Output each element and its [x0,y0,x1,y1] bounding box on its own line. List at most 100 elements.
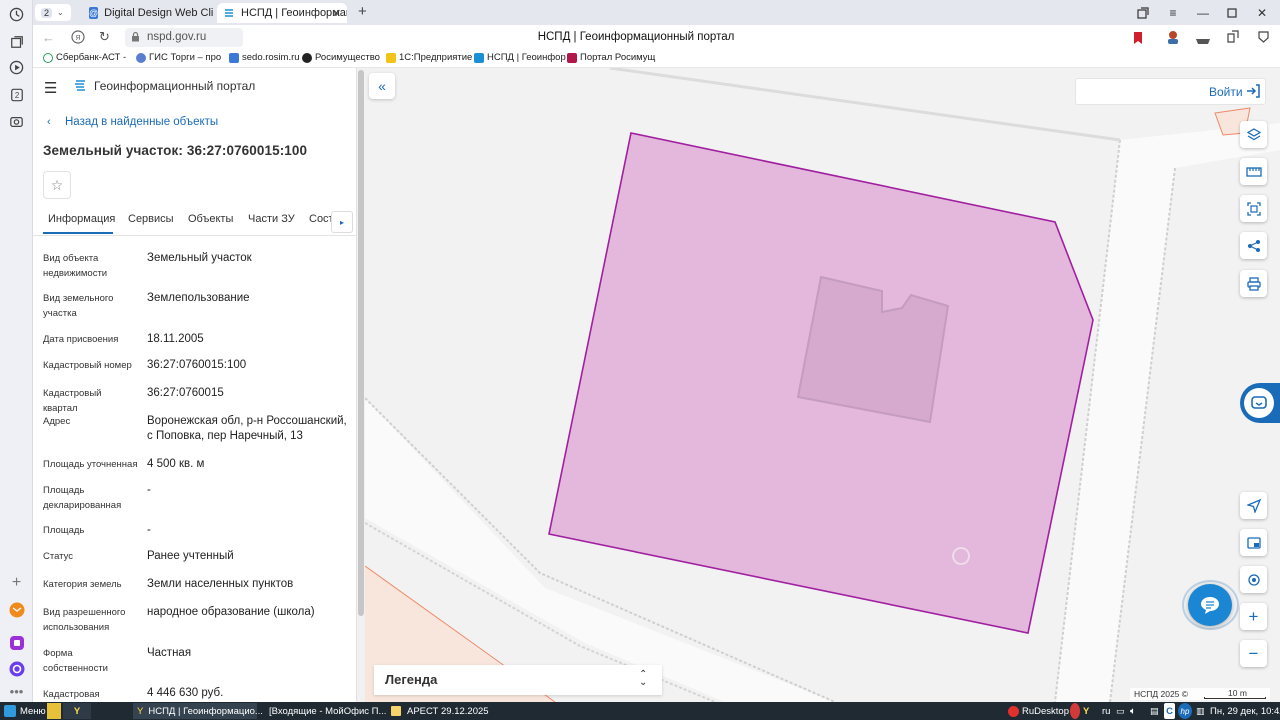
share-map-icon[interactable] [1240,232,1267,259]
tray-c-icon[interactable]: C [1164,703,1175,719]
tab-count: 2 [41,7,53,18]
tab-counter[interactable]: 2 ⌄ [35,4,71,21]
extension-profile-icon[interactable] [1165,29,1181,50]
tab-digital-design[interactable]: @ Digital Design Web Client [83,3,213,23]
play-icon[interactable] [7,58,26,77]
assistant-tab[interactable] [1240,383,1280,423]
hp-icon[interactable]: hp [1178,703,1192,719]
layers-icon[interactable] [1240,121,1267,148]
bookmark-item[interactable]: Портал Росимущ [567,52,655,63]
row-value: Земли населенных пунктов [147,578,294,590]
tab-services[interactable]: Сервисы [128,213,174,225]
panel-scroll-thumb[interactable] [358,70,364,616]
chat-fab-button[interactable] [1188,584,1232,626]
row-label: Кадастровый номер [43,360,132,371]
taskbar-window[interactable]: [Входящие - МойОфис П... [261,703,386,719]
back-arrow-icon[interactable]: ← [42,30,55,45]
shield-pin-icon[interactable] [1257,30,1270,48]
row-value: 36:27:0760015:100 [147,359,247,371]
expand-updown-icon[interactable]: ⌃ ⌄ [639,670,647,688]
row-label: Форма собственности [43,648,108,674]
hamburger-menu-icon[interactable]: ☰ [44,79,57,97]
files-app-icon[interactable] [47,703,61,719]
zoom-out-button[interactable]: − [1240,640,1267,667]
bookmark-flag-icon[interactable] [1133,31,1143,49]
bookmark-item[interactable]: ГИС Торги – про [136,52,221,63]
chevron-down-icon[interactable]: ⌄ [57,8,64,17]
menu-icon[interactable]: ≡ [1165,5,1181,21]
browser-app-icon[interactable]: Y [63,703,91,719]
back-to-results-link[interactable]: Назад в найденные объекты [65,116,218,128]
browser-side-strip: 2 + ••• [0,0,33,702]
history-icon[interactable] [7,5,26,24]
taskbar-window[interactable]: АРЕСТ 29.12.2025 [389,703,513,719]
start-menu-button[interactable]: Меню [4,703,46,719]
mail-app-icon[interactable] [7,600,26,619]
tray-browser-icon[interactable]: Y [1083,703,1097,719]
row-value: 18.11.2005 [147,333,204,345]
reload-icon[interactable]: ↻ [99,29,110,45]
sedo-icon [229,52,239,63]
bookmark-item[interactable]: Росимущество [302,52,380,63]
legend-bar[interactable]: Легенда ⌃ ⌄ [374,665,662,695]
badge-2-icon[interactable]: 2 [7,85,26,104]
extension-hat-icon[interactable] [1195,32,1211,50]
row-label: Вид земельного участка [43,293,114,319]
new-tab-button[interactable]: + [358,3,367,20]
tabs-scroll-right-icon[interactable]: ▸ [331,211,353,233]
collapse-panel-icon[interactable]: « [369,73,395,99]
minimap-icon[interactable] [1240,529,1267,556]
bookmark-item[interactable]: Сбербанк-АСТ - [43,52,126,63]
row-label: Кадастровая [43,689,100,700]
minimize-button[interactable]: — [1195,5,1211,21]
tab-objects[interactable]: Объекты [188,213,233,225]
navigate-icon[interactable] [1240,492,1267,519]
row-label: Площадь уточненная [43,459,138,470]
locate-icon[interactable] [1240,566,1267,593]
tray-clipboard-icon[interactable]: ▤ [1150,703,1159,719]
print-icon[interactable] [1240,270,1267,297]
zoom-in-button[interactable]: + [1240,603,1267,630]
volume-icon[interactable]: 🔈︎ [1130,703,1136,719]
tab-information[interactable]: Информация [48,213,115,225]
tab-nspd[interactable]: НСПД | Геоинформаци [217,3,347,23]
add-panel-icon[interactable]: + [7,573,26,592]
dd-favicon-icon: @ [89,7,99,19]
chevron-left-icon[interactable]: ‹ [47,116,51,128]
collections-icon[interactable] [7,32,26,51]
language-indicator[interactable]: ru [1102,703,1110,719]
tray-app-icon[interactable] [1070,703,1080,719]
bookmark-item[interactable]: 1С:Предприятие [386,52,472,63]
close-window-button[interactable]: ✕ [1254,5,1270,21]
tray-network-icon[interactable]: ▥ [1196,703,1205,719]
tab-parts[interactable]: Части ЗУ [248,213,295,225]
pin-window-icon[interactable] [1135,5,1151,21]
lock-icon [131,31,140,45]
screenshot-icon[interactable] [7,112,26,131]
maximize-button[interactable] [1224,5,1240,21]
messenger-app-icon[interactable] [7,633,26,652]
favorite-star-button[interactable]: ☆ [43,171,71,199]
alice-app-icon[interactable] [7,659,26,678]
login-arrow-icon[interactable] [1246,84,1260,103]
ruler-icon[interactable] [1240,158,1267,185]
taskbar-window[interactable]: Y НСПД | Геоинформацио... [133,703,263,719]
reader-icon[interactable]: Я [71,30,85,49]
row-label: Площадь декларированная [43,485,122,511]
svg-text:Я: Я [75,35,80,42]
bookmark-item[interactable]: НСПД | Геоинфор [474,52,566,63]
area-select-icon[interactable] [1240,195,1267,222]
more-icon[interactable]: ••• [7,682,26,701]
row-value: - [147,524,151,536]
rudesktop-tray[interactable]: RuDesktop [1008,703,1069,719]
tray-display-icon[interactable]: ▭ [1116,703,1125,719]
share-icon[interactable] [1226,30,1239,48]
map-canvas[interactable] [365,68,1280,702]
yandex-browser-icon: Y [137,705,144,717]
nspd-favicon-icon [223,7,235,19]
login-button[interactable]: Войти [1209,85,1243,99]
bookmark-item[interactable]: sedo.rosim.ru [229,52,300,63]
url-field[interactable]: nspd.gov.ru [125,28,243,47]
row-value: 36:27:0760015 [147,387,224,399]
close-tab-icon[interactable]: ✕ [332,7,341,20]
